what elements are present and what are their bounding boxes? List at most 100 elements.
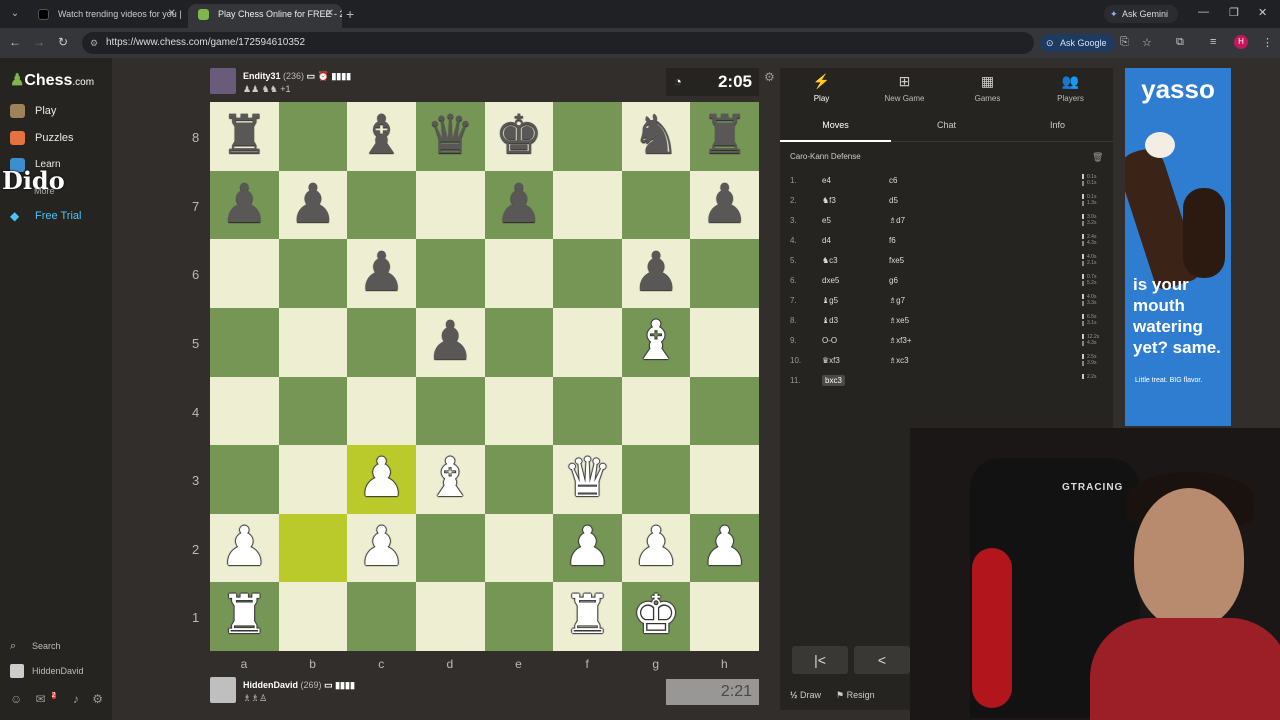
square-g2[interactable]: ♟	[621, 513, 691, 583]
square-f7[interactable]	[553, 170, 622, 240]
reading-list-icon[interactable]: ≡	[1210, 36, 1216, 48]
white-move[interactable]: e5	[822, 216, 831, 225]
square-g8[interactable]: ♞	[621, 102, 691, 171]
white-bishop-icon[interactable]: ♝	[416, 445, 485, 514]
square-b5[interactable]	[278, 307, 348, 377]
square-d7[interactable]	[415, 170, 485, 240]
square-h8[interactable]: ♜	[690, 102, 759, 171]
square-h6[interactable]	[690, 239, 759, 308]
draw-button[interactable]: ½ Draw	[790, 690, 821, 700]
square-d8[interactable]: ♛	[415, 102, 485, 171]
close-window-icon[interactable]: ✕	[1258, 6, 1267, 19]
white-move[interactable]: dxe5	[822, 276, 839, 285]
square-d5[interactable]: ♟	[415, 307, 485, 377]
tab-moves[interactable]: Moves	[780, 112, 891, 142]
black-move[interactable]: ♗g7	[889, 296, 905, 305]
square-c1[interactable]	[347, 582, 416, 651]
install-icon[interactable]: ⎘	[1120, 36, 1129, 49]
bell-icon[interactable]: ♪	[73, 692, 79, 706]
ask-google-button[interactable]: Ask Google	[1040, 34, 1115, 52]
black-knight-icon[interactable]: ♞	[622, 102, 691, 171]
square-f1[interactable]: ♜	[553, 582, 622, 651]
white-move[interactable]: ♛xf3	[822, 356, 840, 365]
square-e3[interactable]	[484, 445, 554, 514]
white-pawn-icon[interactable]: ♟	[553, 514, 622, 583]
square-h5[interactable]	[690, 307, 759, 377]
white-move[interactable]: ♞f3	[822, 196, 836, 205]
reload-icon[interactable]: ↻	[55, 35, 71, 49]
sidebar-item-play[interactable]: Play	[10, 101, 56, 121]
square-e4[interactable]	[484, 376, 554, 446]
tab-players[interactable]: 👥 Players	[1029, 68, 1112, 103]
square-a6[interactable]	[210, 239, 279, 308]
square-b2[interactable]	[278, 513, 348, 583]
white-pawn-icon[interactable]: ♟	[210, 514, 279, 583]
board-settings-icon[interactable]: ⚙	[764, 70, 775, 84]
opponent-avatar[interactable]	[210, 68, 236, 94]
white-move[interactable]: d4	[822, 236, 831, 245]
ask-gemini-button[interactable]: Ask Gemini	[1104, 5, 1179, 23]
square-a3[interactable]	[210, 445, 279, 514]
square-h3[interactable]	[690, 445, 759, 514]
sidebar-search[interactable]: ⌕ Search	[10, 640, 61, 652]
white-move[interactable]: ♞c3	[822, 256, 838, 265]
black-move[interactable]: g6	[889, 276, 898, 285]
advertisement[interactable]: yasso is your mouth watering yet? same. …	[1125, 68, 1231, 426]
square-c4[interactable]	[347, 376, 416, 446]
square-c8[interactable]: ♝	[347, 102, 416, 171]
white-bishop-icon[interactable]: ♝	[622, 308, 691, 377]
opponent-name[interactable]: Endity31 (236) ▭ ⏰ ▮▮▮▮	[243, 71, 351, 82]
black-rook-icon[interactable]: ♜	[210, 102, 279, 171]
square-c2[interactable]: ♟	[347, 513, 416, 583]
square-b6[interactable]	[278, 239, 348, 308]
tab-new-game[interactable]: ⊞ New Game	[863, 68, 946, 103]
square-h4[interactable]	[690, 376, 759, 446]
square-c3[interactable]: ♟	[347, 445, 416, 514]
white-rook-icon[interactable]: ♜	[553, 582, 622, 651]
sidebar-item-puzzles[interactable]: Puzzles	[10, 128, 74, 148]
tab-games[interactable]: ▦ Games	[946, 68, 1029, 103]
chess-board[interactable]: ♜ ♝ ♛ ♚ ♞ ♜ ♟ ♟ ♟ ♟ ♟ ♟ ♟ ♝ ♟ ♝ ♛ ♟ ♟ ♟ ♟ ♟ ♜ ♜ ♚	[210, 102, 759, 651]
close-tab-icon[interactable]: ✕	[326, 4, 334, 24]
white-pawn-icon[interactable]: ♟	[622, 514, 691, 583]
site-info-icon[interactable]: ⚙	[90, 32, 98, 54]
white-move[interactable]: ♝g5	[822, 296, 838, 305]
extensions-icon[interactable]: ⧉	[1176, 36, 1184, 49]
square-g1[interactable]: ♚	[621, 582, 691, 651]
square-f5[interactable]	[553, 307, 622, 377]
black-bishop-icon[interactable]: ♝	[347, 102, 416, 171]
black-move[interactable]: ♗xc3	[889, 356, 909, 365]
white-pawn-icon[interactable]: ♟	[347, 514, 416, 583]
white-king-icon[interactable]: ♚	[622, 582, 691, 651]
black-pawn-icon[interactable]: ♟	[347, 239, 416, 308]
friends-icon[interactable]: ☺	[10, 692, 22, 706]
square-e5[interactable]	[484, 307, 554, 377]
black-move[interactable]: ♗xf3+	[889, 336, 912, 345]
messages-icon[interactable]: ✉ 2	[36, 692, 60, 706]
square-b3[interactable]	[278, 445, 348, 514]
black-move[interactable]: ♗d7	[889, 216, 905, 225]
square-g7[interactable]	[621, 170, 691, 240]
black-pawn-icon[interactable]: ♟	[416, 308, 485, 377]
square-e2[interactable]	[484, 513, 554, 583]
square-f6[interactable]	[553, 239, 622, 308]
square-f3[interactable]: ♛	[553, 445, 622, 514]
square-h1[interactable]	[690, 582, 759, 651]
square-d3[interactable]: ♝	[415, 445, 485, 514]
opening-name[interactable]: Caro-Kann Defense	[790, 152, 861, 161]
new-tab-icon[interactable]: +	[346, 6, 354, 22]
browser-tab-chess[interactable]: Play Chess Online for FREE - 2 P ✕	[188, 4, 342, 28]
square-d1[interactable]	[415, 582, 485, 651]
square-e7[interactable]: ♟	[484, 170, 554, 240]
white-pawn-icon[interactable]: ♟	[690, 514, 759, 583]
square-a4[interactable]	[210, 376, 279, 446]
black-queen-icon[interactable]: ♛	[416, 102, 485, 171]
white-queen-icon[interactable]: ♛	[553, 445, 622, 514]
sidebar-item-more[interactable]: More	[34, 186, 55, 196]
square-b4[interactable]	[278, 376, 348, 446]
white-rook-icon[interactable]: ♜	[210, 582, 279, 651]
square-a7[interactable]: ♟	[210, 170, 279, 240]
trash-icon[interactable]: 🗑	[1092, 152, 1103, 163]
square-b7[interactable]: ♟	[278, 170, 348, 240]
square-f2[interactable]: ♟	[553, 513, 622, 583]
